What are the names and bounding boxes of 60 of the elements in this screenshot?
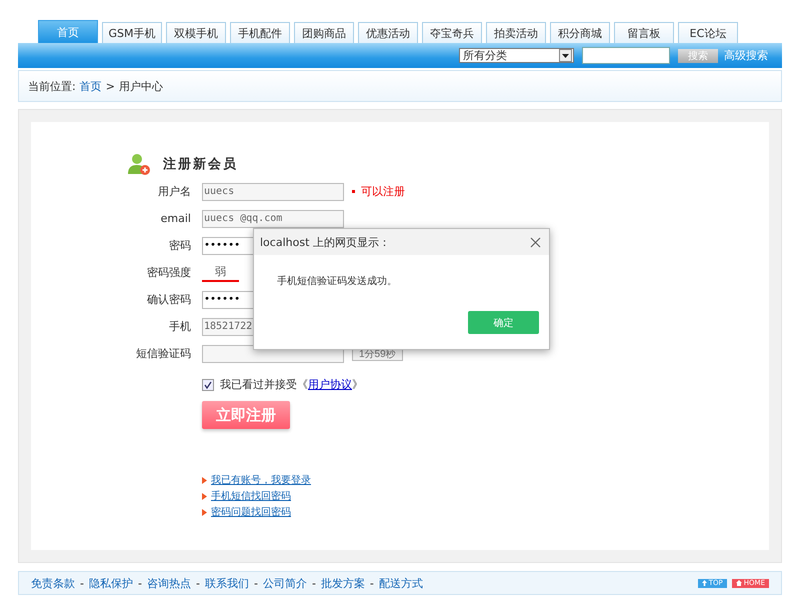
home-icon <box>736 580 742 586</box>
agree-checkbox[interactable] <box>202 378 214 390</box>
up-arrow-icon <box>702 580 707 586</box>
check-icon <box>204 380 212 388</box>
nav-tab[interactable]: 优惠活动 <box>358 22 418 43</box>
field-label: 密码强度 <box>146 265 191 280</box>
nav-tab[interactable]: EC论坛 <box>678 22 738 43</box>
agreement-text: 我已看过并接受《用户协议》 <box>220 377 363 392</box>
status-text: 可以注册 <box>361 184 405 199</box>
link-separator: - <box>254 576 258 590</box>
search-field[interactable] <box>582 47 670 64</box>
nav-tab[interactable]: GSM手机 <box>102 22 162 43</box>
footer-link[interactable]: 隐私保护 <box>88 576 133 590</box>
footer-link[interactable]: 公司简介 <box>262 576 307 590</box>
dialog-message: 手机短信验证码发送成功。 <box>277 274 398 288</box>
breadcrumb-separator: > <box>106 80 115 92</box>
bullet-icon <box>202 476 207 484</box>
bullet-icon <box>202 492 207 500</box>
footer-link[interactable]: 批发方案 <box>320 576 365 590</box>
link-separator: - <box>80 576 84 590</box>
add-user-icon <box>127 152 151 176</box>
input-field[interactable]: uuecs @qq.com <box>202 210 344 228</box>
footer-link[interactable]: 联系我们 <box>204 576 249 590</box>
footer-link[interactable]: 咨询热点 <box>146 576 191 590</box>
help-link[interactable]: 密码问题找回密码 <box>211 505 291 519</box>
input-field[interactable]: uuecs <box>202 182 344 200</box>
form-title: 注册新会员 <box>163 156 238 173</box>
dialog-title: localhost 上的网页显示： <box>260 234 390 250</box>
bullet-icon <box>202 508 207 516</box>
field-label: 手机 <box>168 319 191 334</box>
strength-text: 弱 <box>214 264 227 279</box>
close-button[interactable] <box>530 236 541 248</box>
field-label: 短信验证码 <box>135 346 191 361</box>
link-separator: - <box>196 576 200 590</box>
nav-tab[interactable]: 拍卖活动 <box>486 22 546 43</box>
home-link[interactable]: 首页 <box>80 78 102 94</box>
link-separator: - <box>138 576 142 590</box>
field-label: 确认密码 <box>146 292 191 307</box>
agreement-link[interactable]: 用户协议 <box>308 378 352 391</box>
caret-icon <box>562 54 569 58</box>
nav-tab[interactable]: 双模手机 <box>166 22 226 43</box>
category-select[interactable]: 所有分类 <box>459 48 574 63</box>
field-label: 用户名 <box>157 184 191 199</box>
nav-tab[interactable]: 夺宝奇兵 <box>422 22 482 43</box>
footer-link[interactable]: 配送方式 <box>378 576 423 590</box>
close-icon <box>530 236 541 248</box>
field-label: email <box>160 212 191 225</box>
nav-tab[interactable]: 积分商城 <box>550 22 610 43</box>
link-separator: - <box>312 576 316 590</box>
link-separator: - <box>370 576 374 590</box>
help-link[interactable]: 手机短信找回密码 <box>211 489 291 503</box>
nav-tab[interactable]: 留言板 <box>614 22 674 43</box>
field-label: 密码 <box>168 238 191 253</box>
breadcrumb-label: 当前位置: <box>28 78 76 94</box>
nav-tab[interactable]: 手机配件 <box>230 22 290 43</box>
help-link[interactable]: 我已有账号，我要登录 <box>211 473 311 487</box>
current-page: 用户中心 <box>118 78 163 94</box>
footer-link[interactable]: 免责条款 <box>31 576 75 590</box>
advanced-search-link[interactable]: 高级搜索 <box>724 48 768 63</box>
nav-tab[interactable]: 团购商品 <box>294 22 354 43</box>
